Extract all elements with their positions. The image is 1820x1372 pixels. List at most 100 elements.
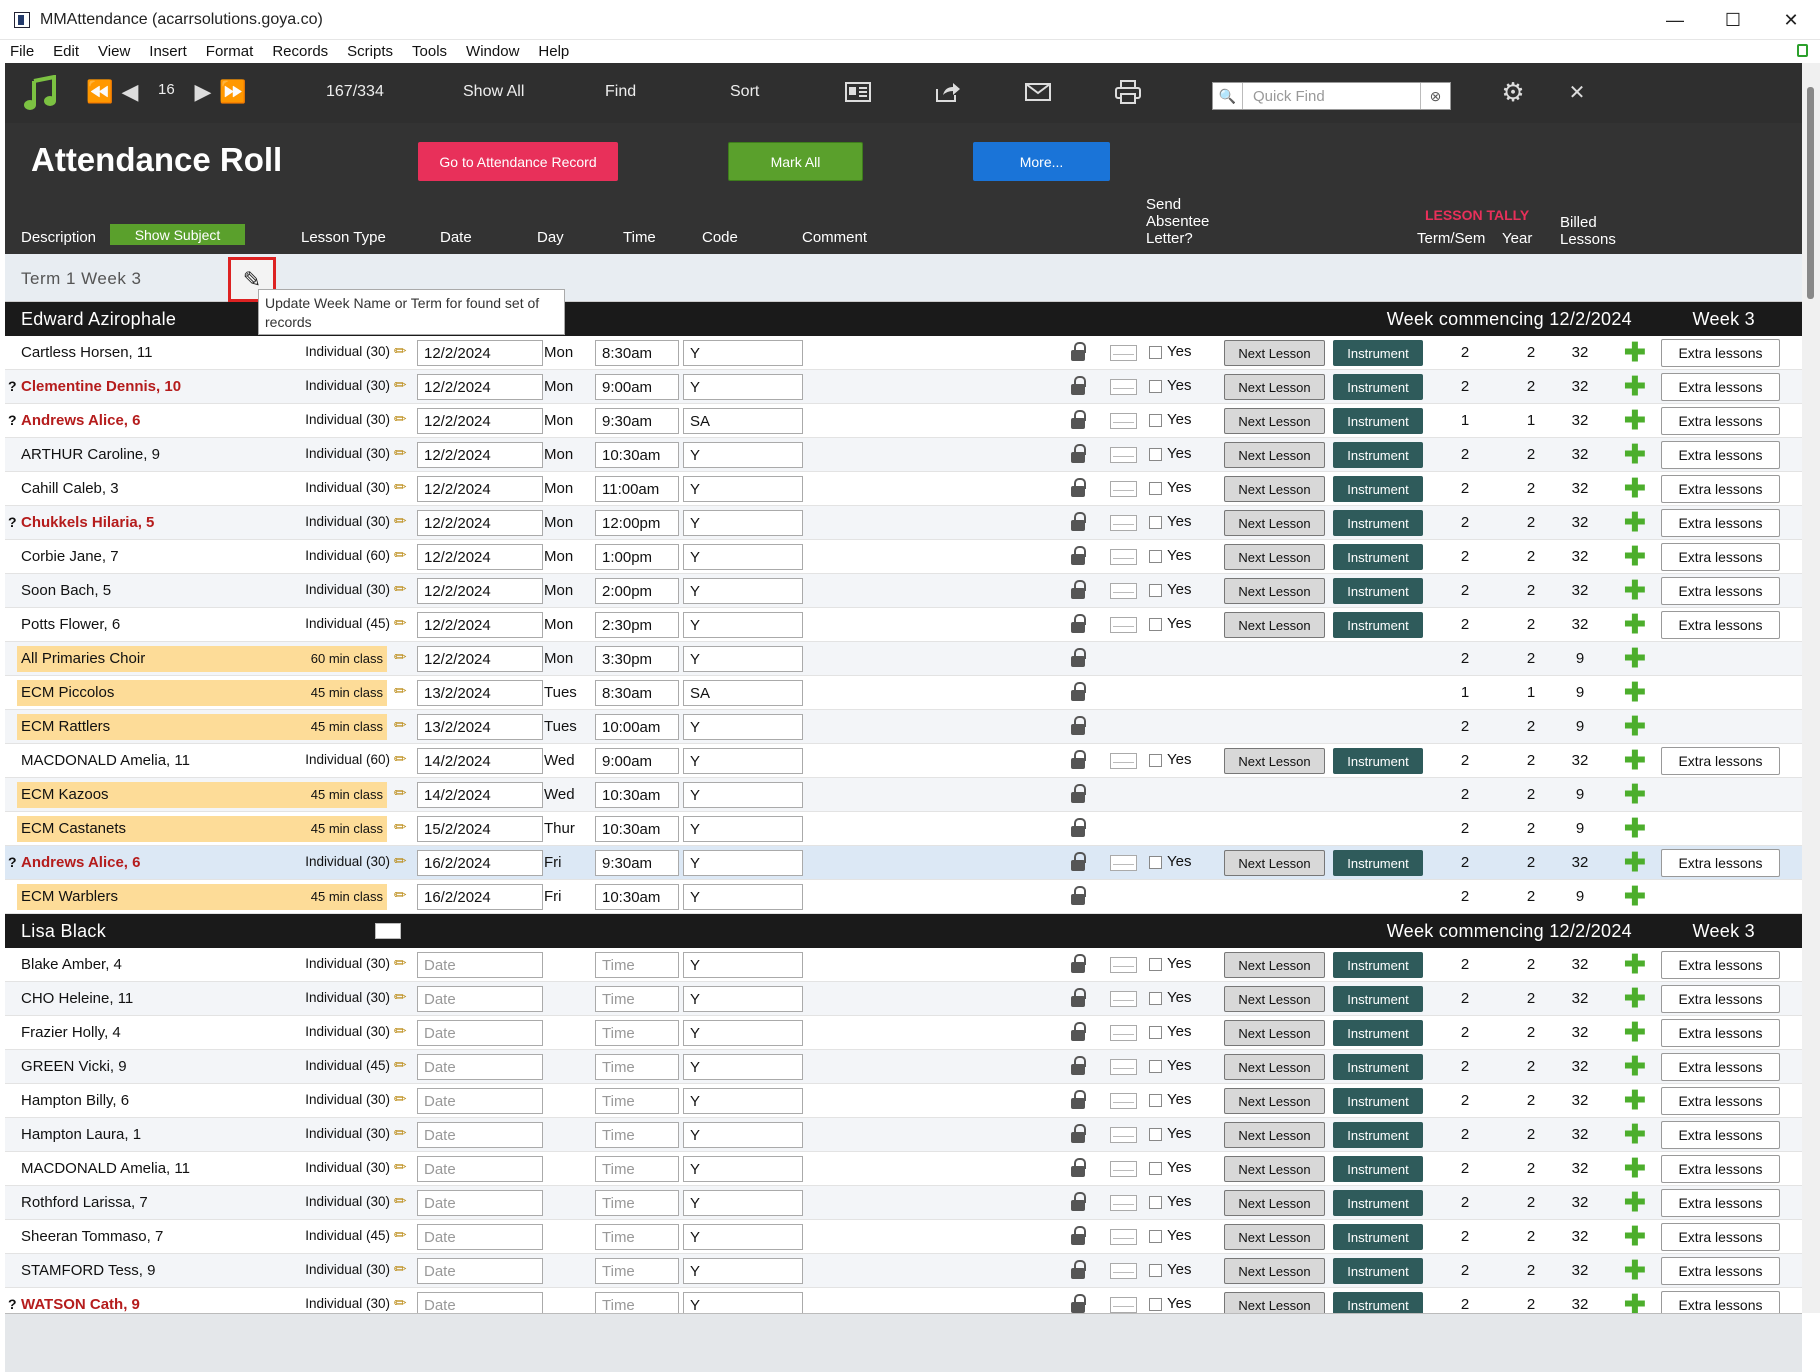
date-field[interactable]: 15/2/2024 [417, 816, 543, 842]
add-plus-icon[interactable]: ✚ [1624, 1052, 1646, 1080]
more-button[interactable]: More... [973, 142, 1110, 181]
instrument-button[interactable]: Instrument [1333, 1054, 1423, 1080]
add-plus-icon[interactable]: ✚ [1624, 406, 1646, 434]
table-row[interactable]: Hampton Laura, 1 Individual (30) ✏ Date Time… [5, 1118, 1802, 1152]
next-lesson-button[interactable]: Next Lesson [1224, 1156, 1325, 1182]
menu-records[interactable]: Records [272, 43, 328, 60]
pencil-icon[interactable]: ✏ [394, 342, 407, 360]
instrument-button[interactable]: Instrument [1333, 850, 1423, 876]
pencil-icon[interactable]: ✏ [394, 1226, 407, 1244]
instrument-button[interactable]: Instrument [1333, 1190, 1423, 1216]
date-field[interactable]: 12/2/2024 [417, 646, 543, 672]
time-field[interactable]: 10:30am [595, 442, 679, 468]
table-row[interactable]: Blake Amber, 4 Individual (30) ✏ Date Time Y Y… [5, 948, 1802, 982]
time-field[interactable]: Time [595, 1190, 679, 1216]
lock-icon[interactable] [1071, 886, 1086, 906]
date-field[interactable]: Date [417, 1054, 543, 1080]
lock-icon[interactable] [1071, 376, 1086, 396]
code-field[interactable]: Y [683, 442, 803, 468]
next-lesson-button[interactable]: Next Lesson [1224, 408, 1325, 434]
table-row[interactable]: ? Andrews Alice, 6 Individual (30) ✏ 12/2/20… [5, 404, 1802, 438]
date-field[interactable]: 16/2/2024 [417, 850, 543, 876]
pencil-icon[interactable]: ✏ [394, 1158, 407, 1176]
date-field[interactable]: Date [417, 1258, 543, 1284]
time-field[interactable]: Time [595, 952, 679, 978]
extra-lessons-button[interactable]: Extra lessons [1661, 1223, 1780, 1251]
code-field[interactable]: Y [683, 986, 803, 1012]
table-row[interactable]: ECM Piccolos 45 min class ✏ 13/2/2024 Tues 8:… [5, 676, 1802, 710]
instrument-button[interactable]: Instrument [1333, 544, 1423, 570]
table-row[interactable]: MACDONALD Amelia, 11 Individual (30) ✏ Date… [5, 1152, 1802, 1186]
pencil-icon[interactable]: ✏ [394, 546, 407, 564]
pencil-icon[interactable]: ✏ [394, 852, 407, 870]
table-row[interactable]: ECM Castanets 45 min class ✏ 15/2/2024 Thur 1… [5, 812, 1802, 846]
code-field[interactable]: Y [683, 1122, 803, 1148]
envelope-icon[interactable] [1110, 1093, 1137, 1109]
send-letter-checkbox[interactable] [1149, 618, 1162, 631]
find-button[interactable]: Find [605, 83, 636, 101]
code-field[interactable]: Y [683, 612, 803, 638]
send-letter-checkbox[interactable] [1149, 482, 1162, 495]
lock-icon[interactable] [1071, 784, 1086, 804]
send-letter-checkbox[interactable] [1149, 1128, 1162, 1141]
lock-icon[interactable] [1071, 410, 1086, 430]
add-plus-icon[interactable]: ✚ [1624, 644, 1646, 672]
instrument-button[interactable]: Instrument [1333, 1020, 1423, 1046]
lock-icon[interactable] [1071, 546, 1086, 566]
code-field[interactable]: Y [683, 816, 803, 842]
extra-lessons-button[interactable]: Extra lessons [1661, 985, 1780, 1013]
code-field[interactable]: Y [683, 1258, 803, 1284]
pencil-icon[interactable]: ✏ [394, 580, 407, 598]
extra-lessons-button[interactable]: Extra lessons [1661, 543, 1780, 571]
send-letter-checkbox[interactable] [1149, 1026, 1162, 1039]
extra-lessons-button[interactable]: Extra lessons [1661, 1189, 1780, 1217]
maximize-button[interactable]: ☐ [1704, 0, 1762, 40]
extra-lessons-button[interactable]: Extra lessons [1661, 407, 1780, 435]
table-row[interactable]: Potts Flower, 6 Individual (45) ✏ 12/2/2024… [5, 608, 1802, 642]
lock-icon[interactable] [1071, 648, 1086, 668]
next-lesson-button[interactable]: Next Lesson [1224, 544, 1325, 570]
envelope-icon[interactable] [1110, 1127, 1137, 1143]
envelope-icon[interactable] [1110, 753, 1137, 769]
lock-icon[interactable] [1071, 750, 1086, 770]
table-row[interactable]: Sheeran Tommaso, 7 Individual (45) ✏ Date Ti… [5, 1220, 1802, 1254]
add-plus-icon[interactable]: ✚ [1624, 576, 1646, 604]
code-field[interactable]: Y [683, 1190, 803, 1216]
envelope-icon[interactable] [1110, 1059, 1137, 1075]
next-lesson-button[interactable]: Next Lesson [1224, 1122, 1325, 1148]
time-field[interactable]: Time [595, 1020, 679, 1046]
pencil-icon[interactable]: ✏ [394, 614, 407, 632]
date-field[interactable]: Date [417, 1088, 543, 1114]
record-number[interactable]: 16 [158, 81, 175, 98]
send-letter-checkbox[interactable] [1149, 584, 1162, 597]
date-field[interactable]: 12/2/2024 [417, 340, 543, 366]
code-field[interactable]: Y [683, 510, 803, 536]
code-field[interactable]: Y [683, 884, 803, 910]
time-field[interactable]: Time [595, 986, 679, 1012]
code-field[interactable]: Y [683, 1020, 803, 1046]
code-field[interactable]: Y [683, 782, 803, 808]
add-plus-icon[interactable]: ✚ [1624, 1256, 1646, 1284]
date-field[interactable]: Date [417, 1020, 543, 1046]
go-to-attendance-record-button[interactable]: Go to Attendance Record [418, 142, 618, 181]
date-field[interactable]: 12/2/2024 [417, 544, 543, 570]
add-plus-icon[interactable]: ✚ [1624, 814, 1646, 842]
send-letter-checkbox[interactable] [1149, 754, 1162, 767]
send-letter-checkbox[interactable] [1149, 1196, 1162, 1209]
menu-scripts[interactable]: Scripts [347, 43, 393, 60]
pencil-icon[interactable]: ✏ [394, 1260, 407, 1278]
pencil-icon[interactable]: ✏ [394, 1124, 407, 1142]
extra-lessons-button[interactable]: Extra lessons [1661, 577, 1780, 605]
extra-lessons-button[interactable]: Extra lessons [1661, 611, 1780, 639]
add-plus-icon[interactable]: ✚ [1624, 474, 1646, 502]
instrument-button[interactable]: Instrument [1333, 578, 1423, 604]
time-field[interactable]: 10:30am [595, 816, 679, 842]
envelope-icon[interactable] [1110, 1025, 1137, 1041]
extra-lessons-button[interactable]: Extra lessons [1661, 373, 1780, 401]
next-lesson-button[interactable]: Next Lesson [1224, 748, 1325, 774]
extra-lessons-button[interactable]: Extra lessons [1661, 441, 1780, 469]
table-row[interactable]: STAMFORD Tess, 9 Individual (30) ✏ Date Time… [5, 1254, 1802, 1288]
date-field[interactable]: 16/2/2024 [417, 884, 543, 910]
send-letter-checkbox[interactable] [1149, 1264, 1162, 1277]
date-field[interactable]: Date [417, 952, 543, 978]
